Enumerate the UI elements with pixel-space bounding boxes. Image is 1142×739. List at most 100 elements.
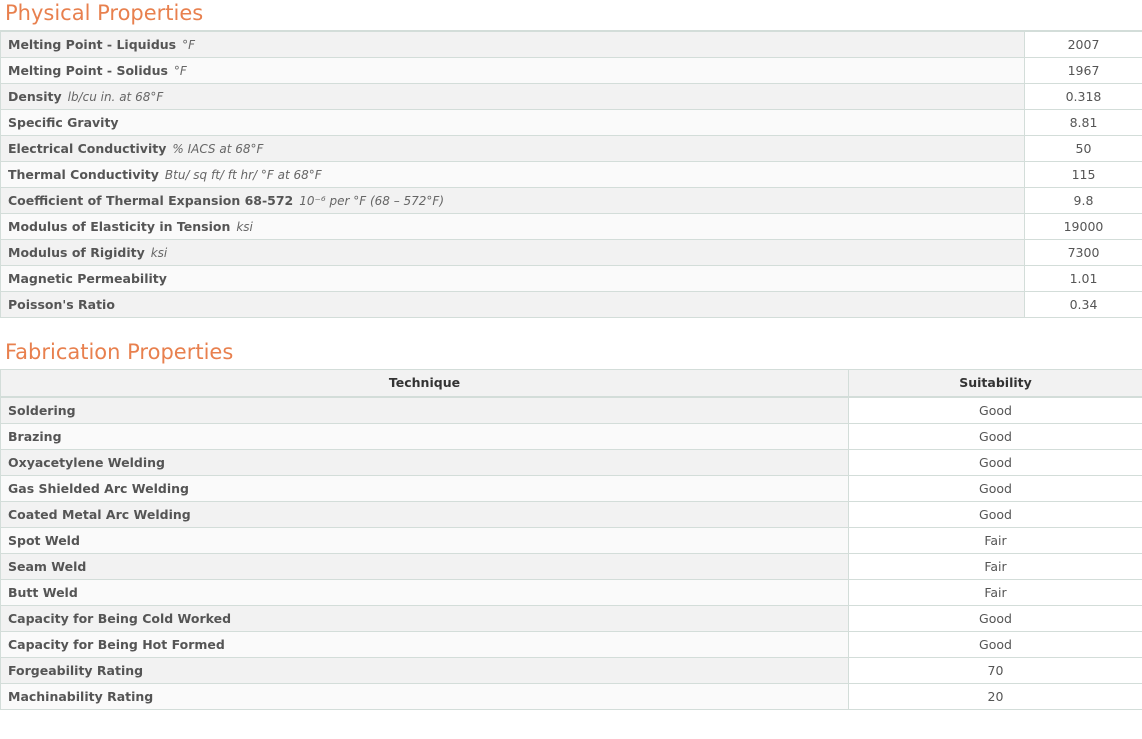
table-row: Coated Metal Arc Welding Good xyxy=(0,500,1142,528)
property-unit: ksi xyxy=(150,245,168,260)
technique-name: Capacity for Being Hot Formed xyxy=(8,636,225,652)
technique-cell: Capacity for Being Cold Worked xyxy=(0,604,849,632)
technique-name: Forgeability Rating xyxy=(8,662,144,678)
property-name: Modulus of Elasticity in Tension xyxy=(8,218,231,234)
property-value: 2007 xyxy=(1024,30,1142,58)
property-value: 50 xyxy=(1024,134,1142,162)
technique-name: Butt Weld xyxy=(8,584,78,600)
table-row: Gas Shielded Arc Welding Good xyxy=(0,474,1142,502)
property-unit: 10⁻⁶ per °F (68 – 572°F) xyxy=(299,193,445,208)
table-row: Soldering Good xyxy=(0,396,1142,424)
suitability-header: Suitability xyxy=(848,368,1142,398)
technique-cell: Forgeability Rating xyxy=(0,656,849,684)
technique-cell: Seam Weld xyxy=(0,552,849,580)
table-row: Density lb/cu in. at 68°F 0.318 xyxy=(0,82,1142,110)
technique-cell: Brazing xyxy=(0,422,849,450)
technique-cell: Butt Weld xyxy=(0,578,849,606)
suitability-cell: Fair xyxy=(848,578,1142,606)
property-label: Melting Point - Solidus °F xyxy=(0,56,1025,84)
property-value: 8.81 xyxy=(1024,108,1142,136)
property-label: Specific Gravity xyxy=(0,108,1025,136)
property-value: 1967 xyxy=(1024,56,1142,84)
property-unit: °F xyxy=(173,63,187,78)
property-name: Melting Point - Liquidus xyxy=(8,36,177,52)
property-name: Thermal Conductivity xyxy=(8,166,159,182)
property-name: Poisson's Ratio xyxy=(8,296,115,312)
property-name: Specific Gravity xyxy=(8,114,119,130)
table-row: Butt Weld Fair xyxy=(0,578,1142,606)
property-name: Density xyxy=(8,88,62,104)
technique-cell: Gas Shielded Arc Welding xyxy=(0,474,849,502)
technique-cell: Oxyacetylene Welding xyxy=(0,448,849,476)
property-name: Modulus of Rigidity xyxy=(8,244,145,260)
property-value: 1.01 xyxy=(1024,264,1142,292)
table-row: Specific Gravity 8.81 xyxy=(0,108,1142,136)
table-row: Thermal Conductivity Btu/ sq ft/ ft hr/ °… xyxy=(0,160,1142,188)
table-row: Electrical Conductivity % IACS at 68°F 50 xyxy=(0,134,1142,162)
property-value: 9.8 xyxy=(1024,186,1142,214)
suitability-cell: Fair xyxy=(848,526,1142,554)
table-row: Seam Weld Fair xyxy=(0,552,1142,580)
technique-cell: Soldering xyxy=(0,396,849,424)
property-name: Magnetic Permeability xyxy=(8,270,167,286)
suitability-cell: Good xyxy=(848,474,1142,502)
suitability-cell: Good xyxy=(848,604,1142,632)
property-value: 0.34 xyxy=(1024,290,1142,318)
property-label: Electrical Conductivity % IACS at 68°F xyxy=(0,134,1025,162)
property-name: Electrical Conductivity xyxy=(8,140,167,156)
table-row: Magnetic Permeability 1.01 xyxy=(0,264,1142,292)
suitability-cell: Fair xyxy=(848,552,1142,580)
suitability-cell: Good xyxy=(848,500,1142,528)
suitability-cell: 70 xyxy=(848,656,1142,684)
technique-name: Brazing xyxy=(8,428,62,444)
property-label: Density lb/cu in. at 68°F xyxy=(0,82,1025,110)
fabrication-properties-title: Fabrication Properties xyxy=(5,339,234,364)
property-label: Modulus of Elasticity in Tension ksi xyxy=(0,212,1025,240)
table-row: Coefficient of Thermal Expansion 68-572 1… xyxy=(0,186,1142,214)
technique-cell: Coated Metal Arc Welding xyxy=(0,500,849,528)
table-row: Modulus of Rigidity ksi 7300 xyxy=(0,238,1142,266)
table-header-row: Technique Suitability xyxy=(0,368,1142,398)
technique-cell: Capacity for Being Hot Formed xyxy=(0,630,849,658)
property-label: Modulus of Rigidity ksi xyxy=(0,238,1025,266)
technique-name: Soldering xyxy=(8,402,76,418)
table-row: Machinability Rating 20 xyxy=(0,682,1142,710)
technique-name: Oxyacetylene Welding xyxy=(8,454,165,470)
property-unit: Btu/ sq ft/ ft hr/ °F at 68°F xyxy=(164,167,322,182)
property-label: Thermal Conductivity Btu/ sq ft/ ft hr/ °… xyxy=(0,160,1025,188)
table-row: Modulus of Elasticity in Tension ksi 19000 xyxy=(0,212,1142,240)
property-unit: % IACS at 68°F xyxy=(172,141,264,156)
technique-name: Seam Weld xyxy=(8,558,87,574)
property-unit: °F xyxy=(182,37,196,52)
property-label: Magnetic Permeability xyxy=(0,264,1025,292)
property-value: 115 xyxy=(1024,160,1142,188)
property-label: Coefficient of Thermal Expansion 68-572 1… xyxy=(0,186,1025,214)
table-row: Capacity for Being Cold Worked Good xyxy=(0,604,1142,632)
technique-name: Gas Shielded Arc Welding xyxy=(8,480,189,496)
suitability-cell: Good xyxy=(848,396,1142,424)
property-label: Poisson's Ratio xyxy=(0,290,1025,318)
technique-name: Coated Metal Arc Welding xyxy=(8,506,191,522)
technique-cell: Machinability Rating xyxy=(0,682,849,710)
technique-name: Capacity for Being Cold Worked xyxy=(8,610,232,626)
table-row: Brazing Good xyxy=(0,422,1142,450)
property-unit: lb/cu in. at 68°F xyxy=(67,89,164,104)
property-value: 0.318 xyxy=(1024,82,1142,110)
suitability-cell: Good xyxy=(848,422,1142,450)
table-row: Melting Point - Liquidus °F 2007 xyxy=(0,30,1142,58)
technique-name: Spot Weld xyxy=(8,532,80,548)
suitability-cell: Good xyxy=(848,448,1142,476)
property-unit: ksi xyxy=(236,219,253,234)
fabrication-properties-table: Technique Suitability Soldering Good Brazi… xyxy=(0,368,1142,710)
property-value: 19000 xyxy=(1024,212,1142,240)
technique-header: Technique xyxy=(0,368,849,398)
property-value: 7300 xyxy=(1024,238,1142,266)
property-label: Melting Point - Liquidus °F xyxy=(0,30,1025,58)
table-row: Capacity for Being Hot Formed Good xyxy=(0,630,1142,658)
technique-cell: Spot Weld xyxy=(0,526,849,554)
table-row: Melting Point - Solidus °F 1967 xyxy=(0,56,1142,84)
table-row: Oxyacetylene Welding Good xyxy=(0,448,1142,476)
property-name: Melting Point - Solidus xyxy=(8,62,168,78)
table-row: Spot Weld Fair xyxy=(0,526,1142,554)
suitability-cell: Good xyxy=(848,630,1142,658)
